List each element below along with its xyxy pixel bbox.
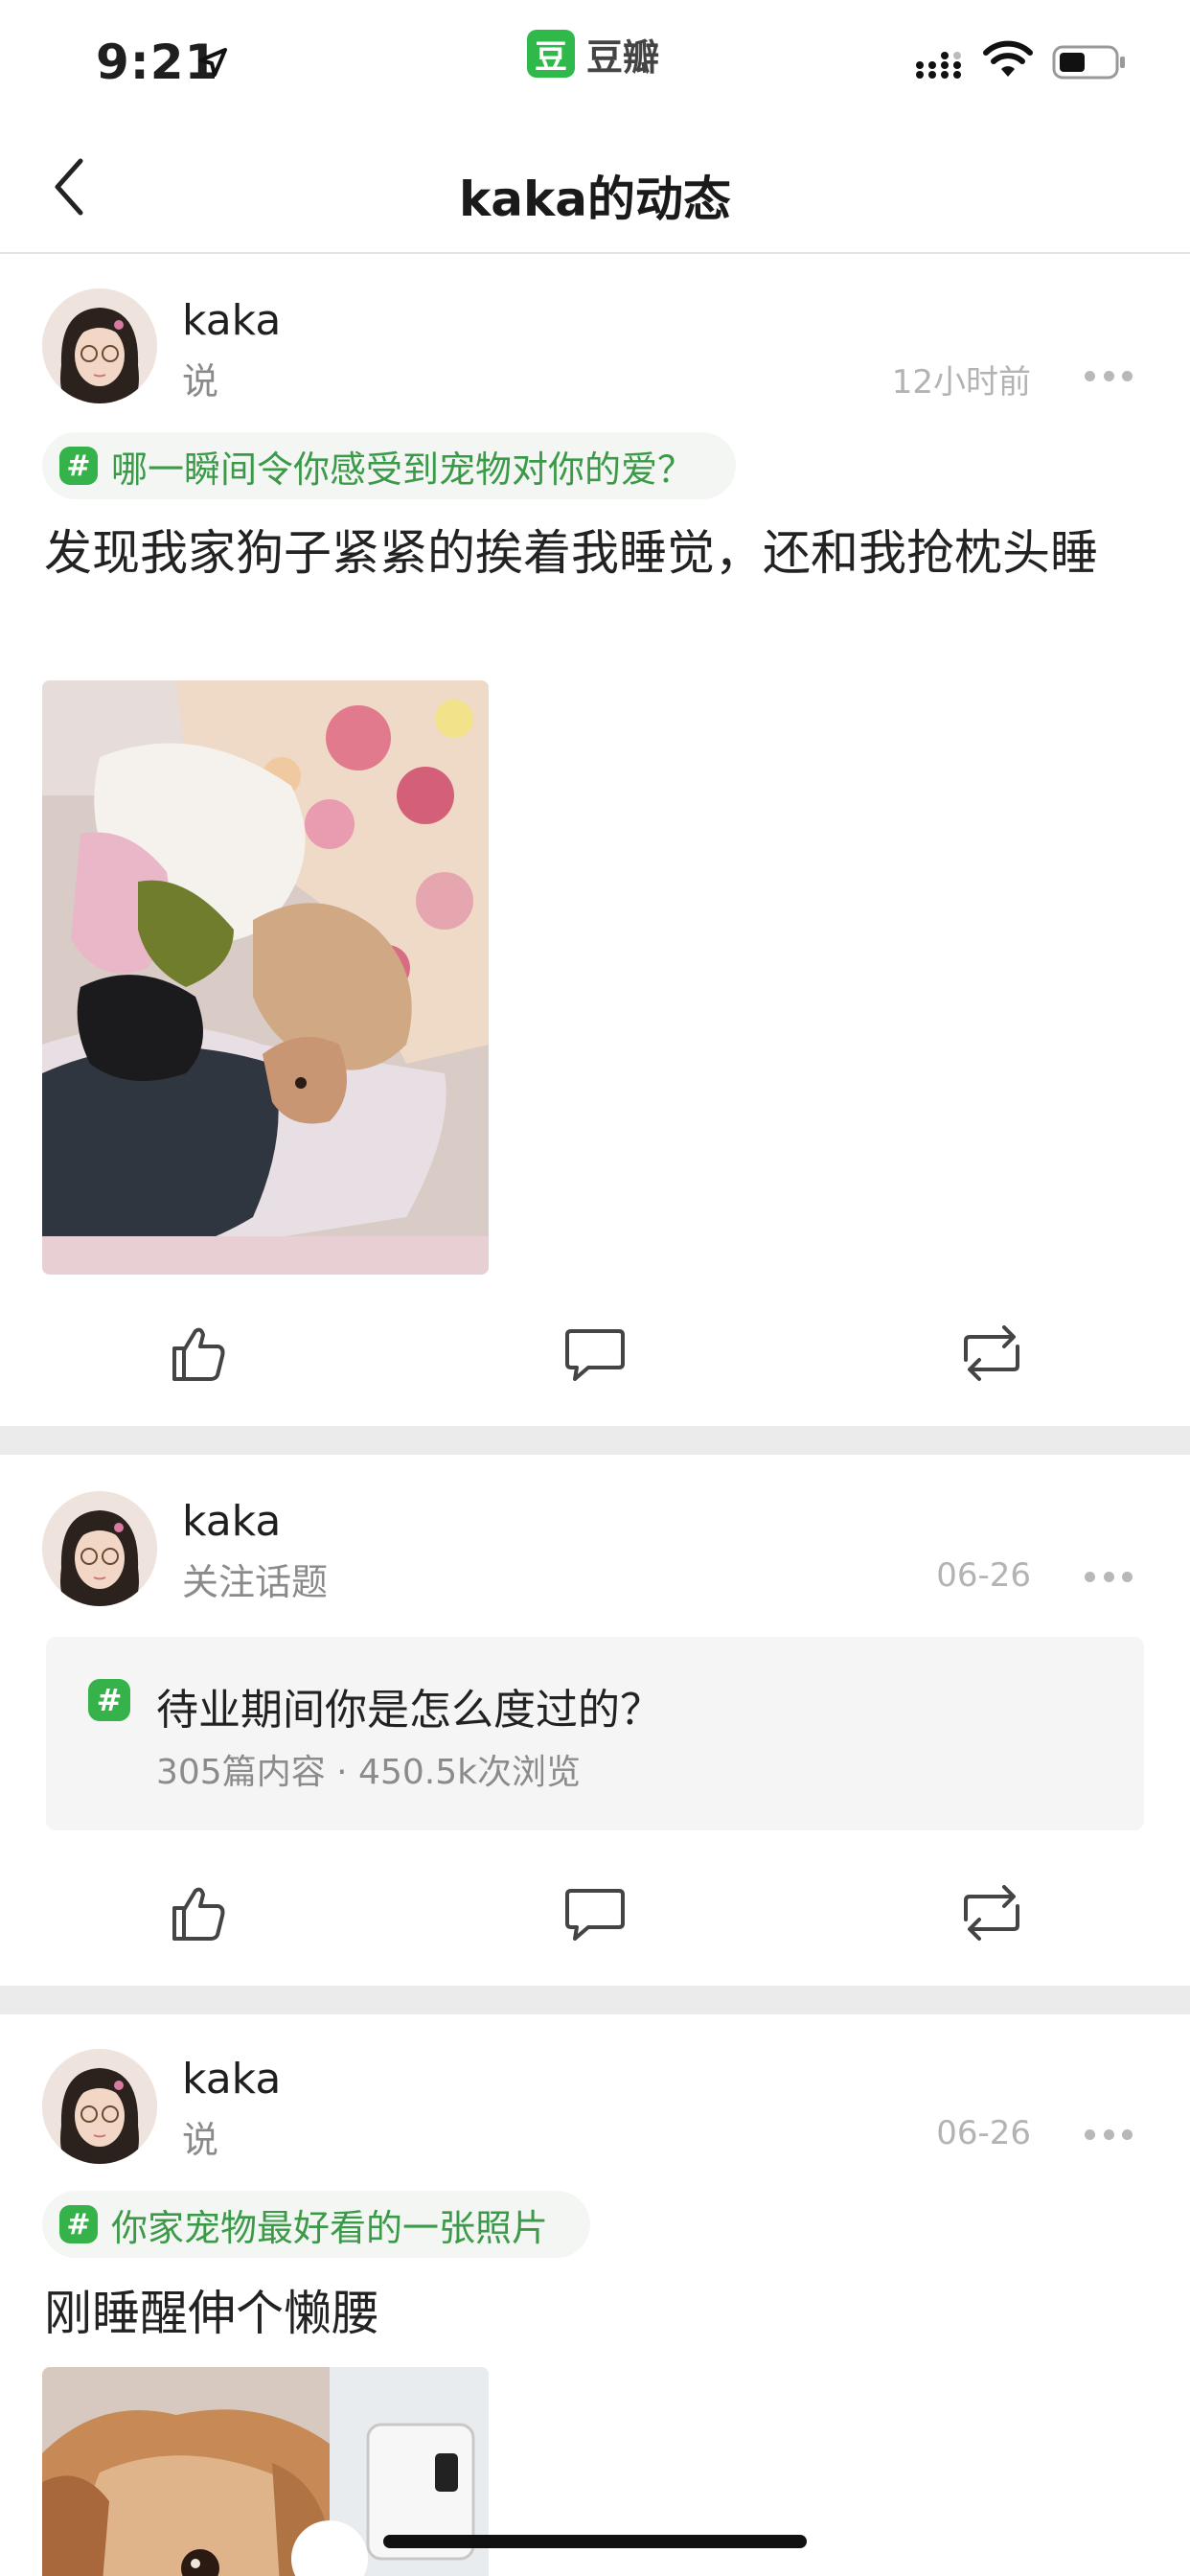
page: 9:21 豆 豆瓣 kaka的动态 kaka 说 12小时前 # 哪一瞬间令你感… bbox=[0, 0, 1190, 2576]
more-options-icon[interactable] bbox=[1085, 1572, 1133, 1585]
feed-post: kaka 说 06-26 # 你家宠物最好看的一张照片 刚睡醒伸个懒腰 bbox=[0, 2014, 1190, 2576]
avatar[interactable] bbox=[42, 1491, 157, 1606]
comment-bubble-icon[interactable] bbox=[561, 1879, 629, 1946]
post-username[interactable]: kaka bbox=[182, 1497, 281, 1546]
comment-bubble-icon[interactable] bbox=[561, 1320, 629, 1387]
page-title: kaka的动态 bbox=[459, 172, 731, 227]
cellular-signal-icon bbox=[916, 52, 961, 79]
section-divider bbox=[0, 1426, 1190, 1455]
hashtag-icon: # bbox=[59, 2205, 98, 2243]
avatar-portrait-icon bbox=[42, 288, 157, 403]
location-arrow-icon bbox=[198, 48, 227, 77]
post-username[interactable]: kaka bbox=[182, 2055, 281, 2104]
hashtag-icon: # bbox=[59, 447, 98, 485]
reshare-icon[interactable] bbox=[958, 1879, 1025, 1946]
post-action-label: 说 bbox=[182, 360, 219, 402]
post-timestamp: 06-26 bbox=[936, 2114, 1031, 2152]
post-action-label: 关注话题 bbox=[182, 1561, 329, 1603]
hashtag-icon: # bbox=[88, 1679, 130, 1721]
dog-sleeping-photo bbox=[42, 680, 489, 1275]
topic-chip-label: 哪一瞬间令你感受到宠物对你的爱？ bbox=[111, 448, 695, 491]
app-name: 豆瓣 bbox=[586, 35, 660, 79]
post-username[interactable]: kaka bbox=[182, 296, 281, 345]
more-options-icon[interactable] bbox=[1085, 371, 1133, 384]
post-action-bar bbox=[0, 1320, 1190, 1406]
avatar-portrait-icon bbox=[42, 2049, 157, 2164]
like-thumb-icon[interactable] bbox=[165, 1879, 232, 1946]
topic-chip[interactable]: # 你家宠物最好看的一张照片 bbox=[42, 2191, 591, 2258]
post-photo[interactable] bbox=[42, 680, 489, 1275]
feed-post: kaka 关注话题 06-26 # 待业期间你是怎么度过的？ 305篇内容 · … bbox=[0, 1455, 1190, 1984]
home-indicator[interactable] bbox=[383, 2535, 807, 2548]
like-thumb-icon[interactable] bbox=[165, 1320, 232, 1387]
more-options-icon[interactable] bbox=[1085, 2129, 1133, 2143]
post-text: 刚睡醒伸个懒腰 bbox=[44, 2286, 379, 2341]
reshare-icon[interactable] bbox=[958, 1320, 1025, 1387]
topic-card-stats: 305篇内容 · 450.5k次浏览 bbox=[156, 1753, 581, 1792]
avatar[interactable] bbox=[42, 2049, 157, 2164]
post-timestamp: 06-26 bbox=[936, 1556, 1031, 1595]
post-action-label: 说 bbox=[182, 2119, 219, 2161]
topic-chip-label: 你家宠物最好看的一张照片 bbox=[111, 2206, 549, 2249]
wifi-icon bbox=[983, 40, 1033, 77]
avatar[interactable] bbox=[42, 288, 157, 403]
battery-icon bbox=[1052, 45, 1125, 80]
post-action-bar bbox=[0, 1879, 1190, 1966]
section-divider bbox=[0, 1986, 1190, 2014]
app-logo-icon: 豆 bbox=[527, 30, 575, 78]
status-bar: 9:21 豆 豆瓣 bbox=[0, 0, 1190, 125]
topic-card-title: 待业期间你是怎么度过的？ bbox=[156, 1686, 662, 1735]
followed-topic-card[interactable]: # 待业期间你是怎么度过的？ 305篇内容 · 450.5k次浏览 bbox=[46, 1637, 1144, 1830]
topic-chip[interactable]: # 哪一瞬间令你感受到宠物对你的爱？ bbox=[42, 432, 737, 499]
post-timestamp: 12小时前 bbox=[891, 363, 1031, 402]
post-text: 发现我家狗子紧紧的挨着我睡觉，还和我抢枕头睡 bbox=[44, 525, 1098, 581]
back-to-app-badge[interactable]: 豆 豆瓣 bbox=[527, 29, 659, 79]
avatar-portrait-icon bbox=[42, 1491, 157, 1606]
feed-post: kaka 说 12小时前 # 哪一瞬间令你感受到宠物对你的爱？ 发现我家狗子紧紧… bbox=[0, 256, 1190, 1420]
navbar: kaka的动态 bbox=[0, 125, 1190, 254]
